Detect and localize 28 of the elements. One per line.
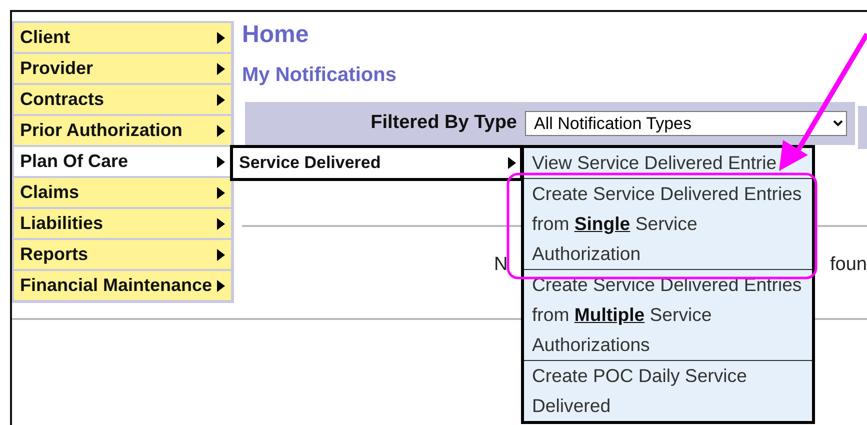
caret-icon (217, 280, 225, 292)
flyout-item[interactable]: Create POC Daily Service Delivered (524, 360, 812, 421)
filter-bar (858, 106, 867, 149)
filter-select[interactable]: All Notification Types (525, 111, 847, 136)
caret-icon (217, 124, 225, 136)
submenu-item[interactable]: Service Delivered (230, 145, 523, 181)
caret-icon (217, 94, 225, 106)
menu-item[interactable]: Contracts (14, 85, 231, 114)
notice-text: N (494, 253, 508, 277)
section-title: My Notifications (242, 63, 398, 88)
menu-item[interactable]: Financial Maintenance (14, 271, 231, 300)
caret-icon (217, 32, 225, 44)
menu-item[interactable]: Client (14, 23, 231, 52)
filter-label: Filtered By Type (370, 111, 517, 136)
flyout-item[interactable]: View Service Delivered Entrie (524, 148, 812, 178)
flyout-item[interactable]: Create Service Delivered Entries from Multiple Service Authorizations (524, 269, 812, 360)
menu-item[interactable]: Reports (14, 240, 231, 269)
menu-item[interactable]: Prior Authorization (14, 116, 231, 145)
menu-item[interactable]: Provider (14, 54, 231, 83)
menu-item[interactable]: Plan Of Care (14, 147, 231, 176)
menu-item[interactable]: Claims (14, 178, 231, 207)
caret-icon (217, 248, 225, 260)
menu-item[interactable]: Liabilities (14, 209, 231, 238)
caret-icon (217, 218, 225, 230)
caret-icon (217, 62, 225, 74)
notice-text: foun (830, 253, 867, 277)
page-title: Home (242, 20, 310, 50)
flyout-item[interactable]: Create Service Delivered Entries from Single Service Authorization (524, 178, 812, 269)
